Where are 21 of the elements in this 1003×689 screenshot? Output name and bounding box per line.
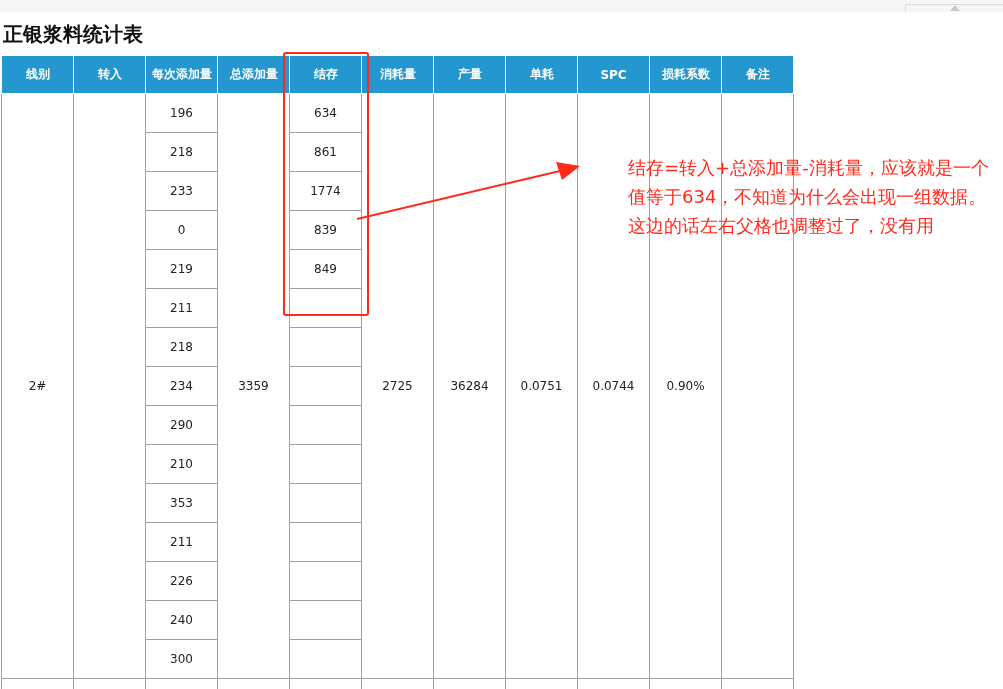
column-header: 每次添加量 — [145, 56, 218, 94]
column-header: 转入 — [73, 56, 146, 94]
table-cell: 2725 — [361, 93, 434, 679]
column-header: 备注 — [721, 56, 794, 94]
annotation-text: 结存=转入+总添加量-消耗量，应该就是一个值等于634，不知道为什么会出现一组数据。这边的话左右父格也调整过了，没有用 — [628, 156, 990, 238]
table-cell: 2# — [1, 93, 74, 679]
column-header: 总添加量 — [217, 56, 290, 94]
table-cell: 196 — [145, 93, 218, 133]
column-header: 产量 — [433, 56, 506, 94]
table-cell: 634 — [289, 93, 362, 133]
collapse-tab[interactable] — [905, 4, 1003, 12]
column-header: SPC — [577, 56, 650, 94]
column-header: 单耗 — [505, 56, 578, 94]
column-header: 消耗量 — [361, 56, 434, 94]
up-triangle-icon — [949, 5, 960, 11]
column-header: 结存 — [289, 56, 362, 94]
page-title: 正银浆料统计表 — [2, 21, 144, 48]
column-header: 损耗系数 — [649, 56, 722, 94]
table-cell: 3359 — [217, 93, 290, 679]
table-cell: 36284 — [433, 93, 506, 679]
column-header: 线别 — [1, 56, 74, 94]
